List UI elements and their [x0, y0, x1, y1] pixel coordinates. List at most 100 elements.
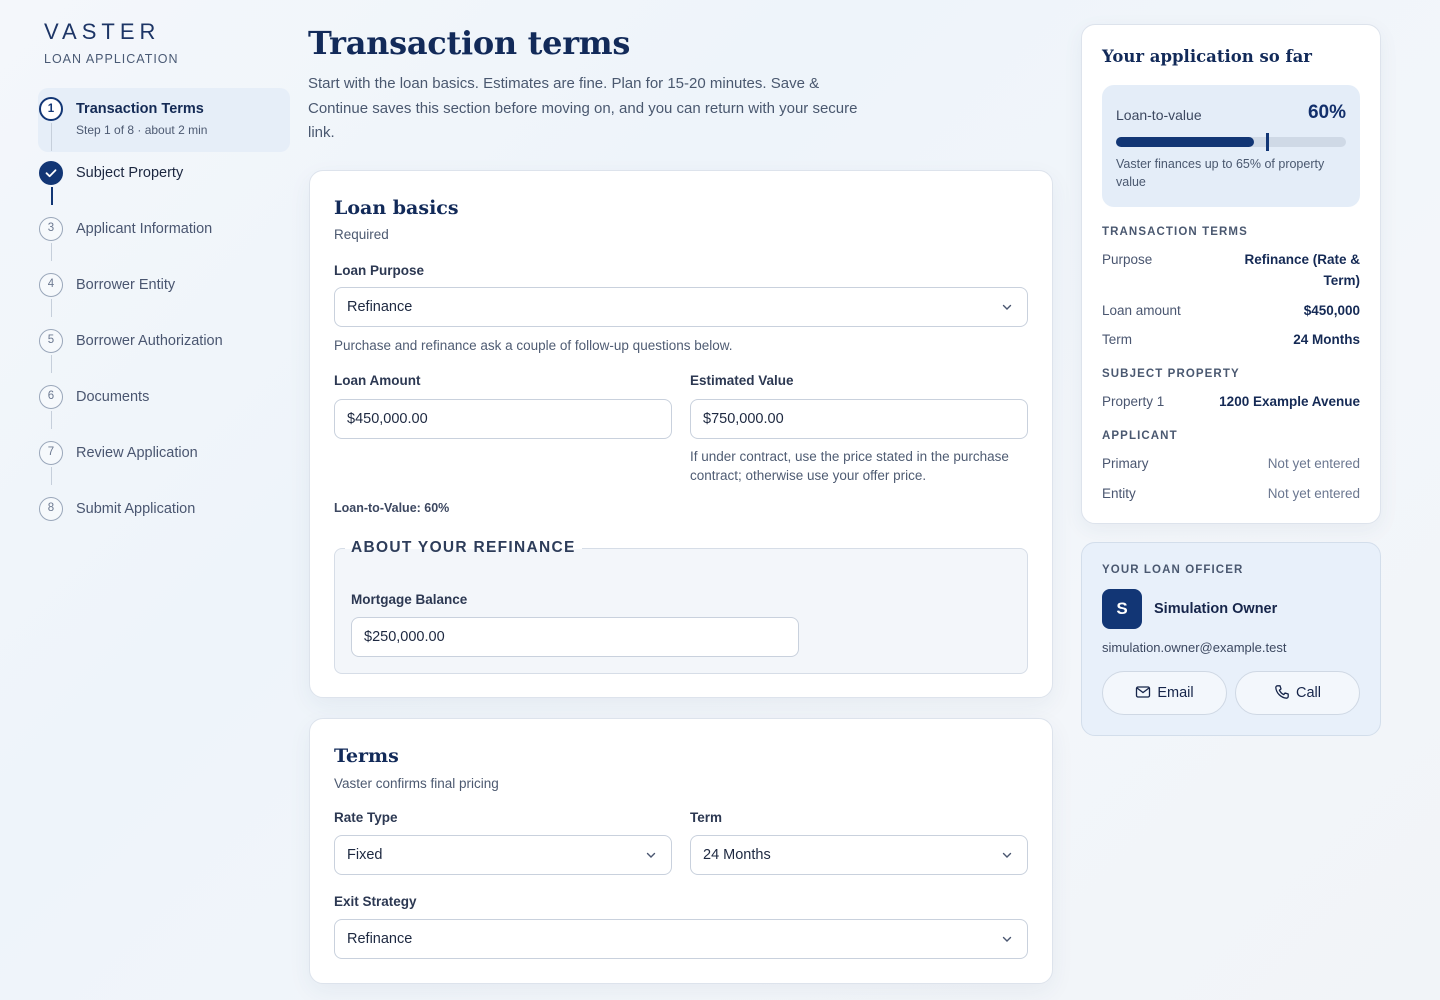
- card-subtitle: Required: [334, 227, 389, 242]
- mortgage-balance-label: Mortgage Balance: [351, 592, 468, 607]
- step-title: Borrower Entity: [76, 277, 176, 293]
- step-subject-property[interactable]: Subject Property: [38, 152, 290, 208]
- loan-amount-label: Loan Amount: [334, 373, 421, 388]
- step-title: Borrower Authorization: [76, 333, 223, 349]
- ltv-bar-fill: [1116, 137, 1254, 147]
- officer-heading: YOUR LOAN OFFICER: [1102, 564, 1244, 576]
- estimated-value-input[interactable]: $750,000.00: [690, 399, 1028, 439]
- step-connector: [50, 243, 52, 261]
- step-documents[interactable]: 6 Documents: [38, 376, 290, 432]
- purpose-value: Refinance (Rate & Term): [1244, 252, 1360, 288]
- term-key: Term: [1102, 332, 1132, 347]
- step-progress: Step 1 of 8 · about 2 min: [76, 123, 208, 137]
- app-label: LOAN APPLICATION: [44, 52, 179, 66]
- step-number: 7: [39, 441, 63, 465]
- email-button-label: Email: [1157, 685, 1194, 701]
- chevron-down-icon: [1002, 852, 1012, 858]
- loan-purpose-hint: Purchase and refinance ask a couple of f…: [334, 338, 733, 353]
- step-connector: [50, 123, 52, 151]
- ltv-label: Loan-to-value: [1116, 107, 1202, 123]
- exit-strategy-label: Exit Strategy: [334, 894, 417, 909]
- step-transaction-terms[interactable]: 1 Transaction Terms Step 1 of 8 · about …: [38, 88, 290, 152]
- card-title: Loan basics: [334, 197, 459, 219]
- card-title: Terms: [334, 745, 399, 767]
- avatar: S: [1102, 589, 1142, 629]
- page-intro: Start with the loan basics. Estimates ar…: [308, 75, 858, 141]
- step-connector: [50, 299, 52, 317]
- term-select[interactable]: 24 Months: [690, 835, 1028, 875]
- step-connector: [50, 411, 52, 429]
- step-connector: [50, 187, 53, 205]
- exit-strategy-value: Refinance: [347, 931, 413, 947]
- ltv-description: Vaster finances up to 65% of property va…: [1116, 157, 1325, 189]
- step-number: 6: [39, 385, 63, 409]
- step-title: Subject Property: [76, 165, 184, 181]
- call-button-label: Call: [1296, 685, 1321, 701]
- property-key: Property 1: [1102, 394, 1165, 409]
- mortgage-balance-input[interactable]: $250,000.00: [351, 617, 799, 657]
- officer-email: simulation.owner@example.test: [1102, 640, 1287, 655]
- email-button[interactable]: Email: [1102, 671, 1227, 715]
- step-number: 3: [39, 217, 63, 241]
- primary-key: Primary: [1102, 456, 1149, 471]
- step-applicant-information[interactable]: 3 Applicant Information: [38, 208, 290, 264]
- loan-purpose-label: Loan Purpose: [334, 263, 425, 278]
- step-number: 1: [39, 97, 63, 121]
- loan-basics-card: Loan basics Required Loan Purpose Refina…: [309, 170, 1053, 698]
- estimated-value-label: Estimated Value: [690, 373, 794, 388]
- step-title: Submit Application: [76, 501, 196, 517]
- vaster-logo[interactable]: VASTER: [44, 20, 290, 44]
- rate-type-value: Fixed: [347, 847, 383, 863]
- ltv-max-marker: [1266, 133, 1269, 151]
- step-title: Applicant Information: [76, 221, 213, 237]
- loan-officer-card: YOUR LOAN OFFICER S Simulation Owner sim…: [1081, 542, 1381, 736]
- card-subtitle: Vaster confirms final pricing: [334, 776, 499, 791]
- step-title: Review Application: [76, 445, 198, 461]
- entity-value: Not yet entered: [1267, 486, 1360, 501]
- ltv-value: 60%: [1307, 102, 1346, 123]
- primary-value: Not yet entered: [1267, 456, 1360, 471]
- step-connector: [50, 355, 52, 373]
- application-summary: Your application so far Loan-to-value 60…: [1081, 24, 1381, 524]
- ltv-note: Loan-to-Value: 60%: [334, 501, 450, 515]
- section-heading-transaction: TRANSACTION TERMS: [1102, 226, 1248, 238]
- summary-title: Your application so far: [1102, 47, 1312, 66]
- step-title: Documents: [76, 389, 150, 405]
- loan-amount-input[interactable]: $450,000.00: [334, 399, 672, 439]
- step-number: 5: [39, 329, 63, 353]
- section-heading-applicant: APPLICANT: [1102, 430, 1178, 442]
- sidebar: VASTER LOAN APPLICATION 1 Transaction Te…: [38, 20, 290, 521]
- entity-key: Entity: [1102, 486, 1136, 501]
- step-review-application[interactable]: 7 Review Application: [38, 432, 290, 488]
- phone-icon: [1275, 685, 1289, 700]
- section-heading-property: SUBJECT PROPERTY: [1102, 368, 1240, 380]
- step-title: Transaction Terms: [76, 101, 204, 117]
- step-number: 4: [39, 273, 63, 297]
- step-borrower-authorization[interactable]: 5 Borrower Authorization: [38, 320, 290, 376]
- chevron-down-icon: [1002, 936, 1012, 942]
- refinance-fieldset: ABOUT YOUR REFINANCE Mortgage Balance $2…: [334, 539, 1028, 674]
- terms-card: Terms Vaster confirms final pricing Rate…: [309, 718, 1053, 984]
- loan-amount-key: Loan amount: [1102, 303, 1181, 318]
- check-icon: [39, 161, 63, 185]
- page-title: Transaction terms: [308, 24, 631, 62]
- loan-amount-value: $450,000: [1303, 303, 1360, 318]
- property-value: 1200 Example Avenue: [1219, 394, 1360, 409]
- estimated-value-hint: If under contract, use the price stated …: [690, 449, 1009, 483]
- rate-type-select[interactable]: Fixed: [334, 835, 672, 875]
- term-label: Term: [690, 810, 723, 825]
- ltv-panel: Loan-to-value 60% Vaster finances up to …: [1102, 85, 1360, 207]
- ltv-bar: [1116, 133, 1346, 151]
- step-connector: [50, 467, 52, 485]
- step-number: 8: [39, 497, 63, 521]
- loan-purpose-value: Refinance: [347, 299, 413, 315]
- exit-strategy-select[interactable]: Refinance: [334, 919, 1028, 959]
- call-button[interactable]: Call: [1235, 671, 1360, 715]
- refinance-legend: ABOUT YOUR REFINANCE: [345, 539, 582, 557]
- loan-purpose-select[interactable]: Refinance: [334, 287, 1028, 327]
- chevron-down-icon: [1002, 304, 1012, 310]
- chevron-down-icon: [646, 852, 656, 858]
- step-borrower-entity[interactable]: 4 Borrower Entity: [38, 264, 290, 320]
- term-value: 24 Months: [1293, 332, 1360, 347]
- step-submit-application[interactable]: 8 Submit Application: [38, 488, 290, 544]
